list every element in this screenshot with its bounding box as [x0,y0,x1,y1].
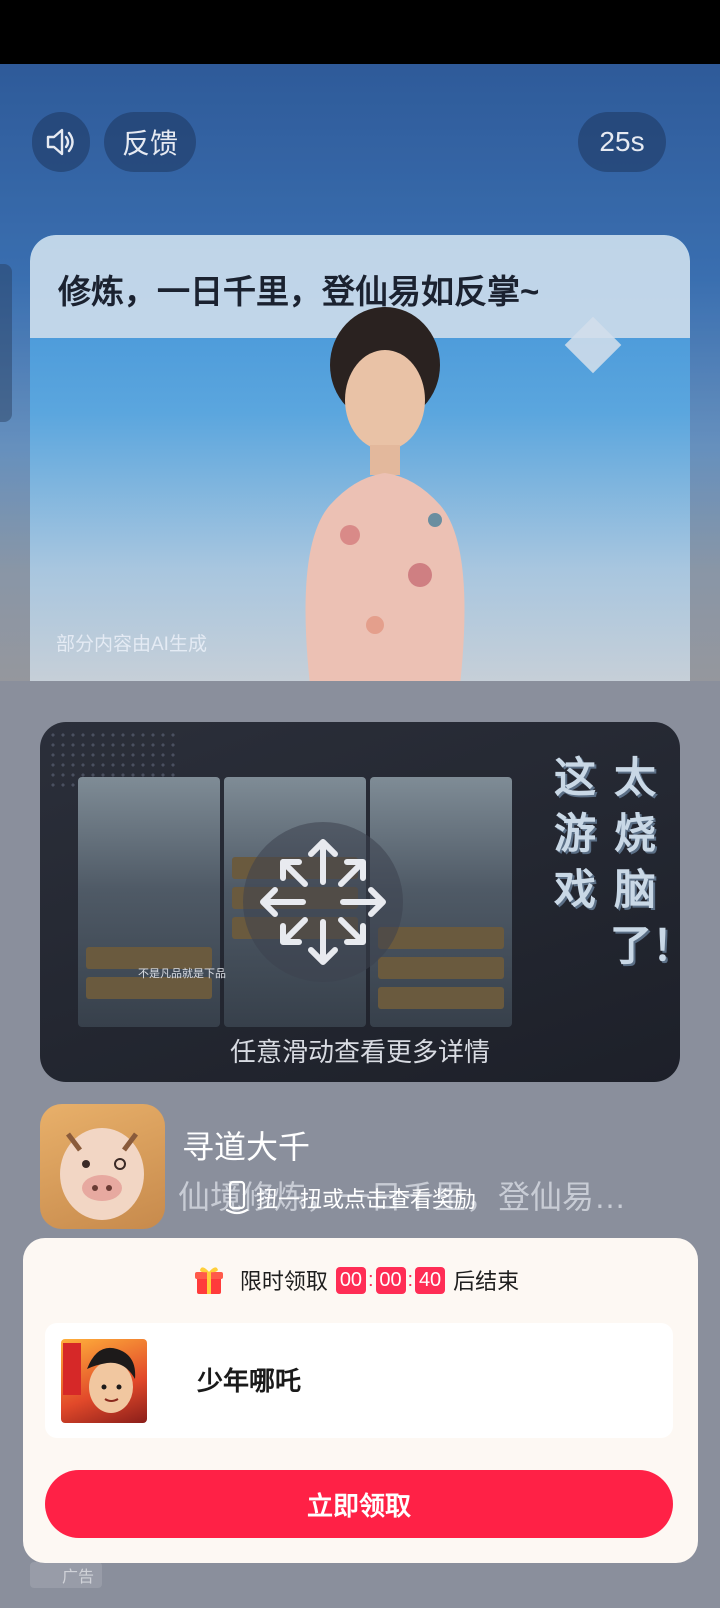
swipe-caption: 任意滑动查看更多详情 [229,1037,490,1067]
twist-hint[interactable]: 扭一扭或点击查看奖励 [224,1180,476,1216]
ad-label: 广告 [30,1562,102,1588]
presenter-figure [305,307,465,681]
shot-row [378,987,504,1009]
countdown-hours: 00 [335,1266,366,1294]
speaker-panel: 修炼，一日千里，登仙易如反掌~ 部分内容由AI生成 [30,235,690,681]
countdown-seconds: 40 [415,1266,446,1294]
shot-caption: 不是凡品就是下品 [138,968,226,980]
countdown-suffix: 后结束 [453,1269,520,1294]
countdown-colon: : [407,1268,414,1291]
twist-hint-text: 扭一扭或点击查看奖励 [256,1187,477,1212]
sound-button[interactable] [32,112,90,172]
slogan-right-column: 太烧脑了！ [610,754,680,969]
status-bar [0,0,720,64]
countdown-prefix: 限时领取 [239,1269,328,1294]
speaker-icon [46,128,74,156]
skip-countdown-badge[interactable]: 25s [578,112,666,172]
gameplay-screenshots: 不是凡品就是下品 [78,777,548,1037]
app-icon[interactable] [40,1104,165,1229]
four-way-arrows-icon [260,839,386,965]
reward-item-name: 少年哪吒 [197,1366,302,1396]
reward-item-card[interactable]: 少年哪吒 [45,1323,673,1438]
app-name: 寻道大千 [182,1129,311,1165]
phone-shake-icon [225,1180,249,1215]
slogan-left-column: 这游戏 [553,754,596,913]
swipe-hint [243,822,403,982]
game-promo-card[interactable]: 不是凡品就是下品 这游戏 太烧脑了！ 任意滑动查看更多详情 [40,722,680,1082]
gift-icon [194,1267,223,1294]
countdown-colon: : [367,1268,374,1291]
reward-sheet: 限时领取 00 : 00 : 40 后结束 少年哪吒 立即领取 [23,1238,698,1563]
pig-mascot-icon [60,1128,144,1220]
side-edge-tab[interactable] [0,264,12,422]
claim-now-button[interactable]: 立即领取 [45,1470,673,1538]
reward-countdown: 限时领取 00 : 00 : 40 后结束 [23,1262,698,1298]
gameplay-shot [78,777,220,1027]
reward-thumbnail [61,1339,147,1423]
promo-slogan: 这游戏 太烧脑了！ [550,750,680,1010]
nezha-character-image [63,1343,136,1413]
video-ad[interactable]: 反馈 25s 修炼，一日千里，登仙易如反掌~ 部分内容由AI生成 [0,64,720,681]
ai-generated-note: 部分内容由AI生成 [56,634,207,655]
countdown-minutes: 00 [375,1266,406,1294]
feedback-button[interactable]: 反馈 [104,112,196,172]
